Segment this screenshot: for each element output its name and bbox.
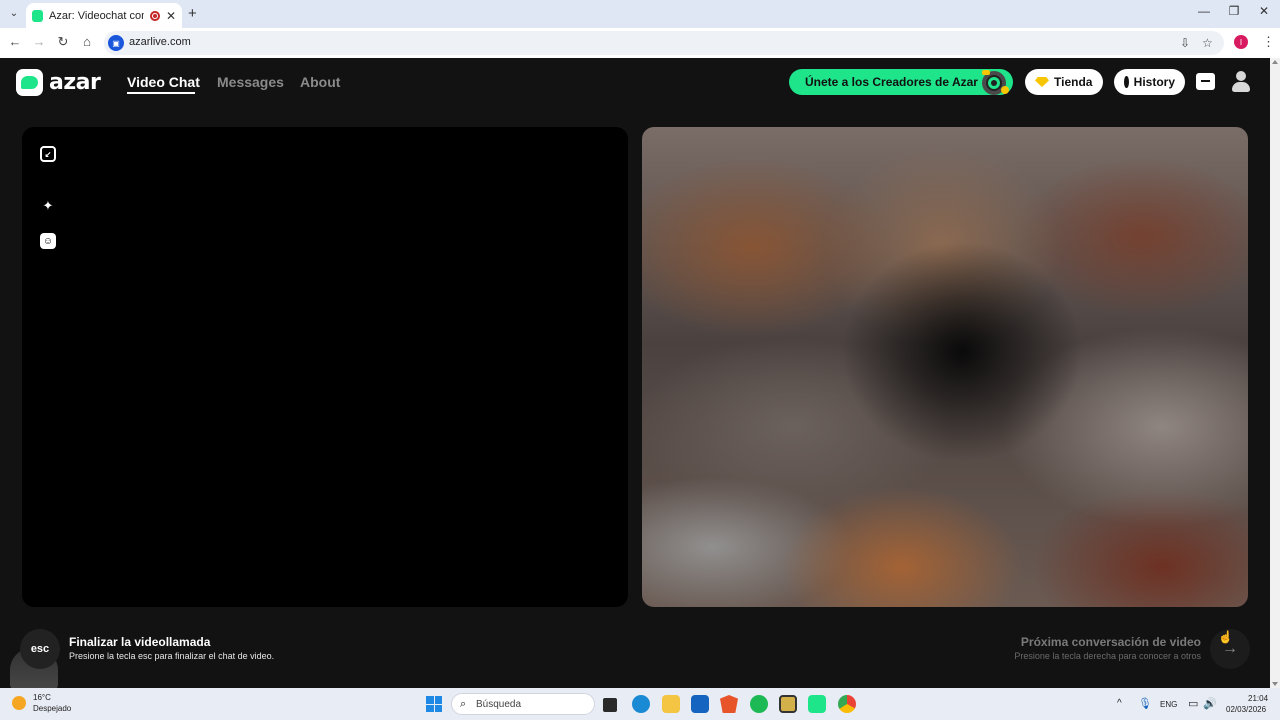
language-indicator[interactable]: ENG [1160, 700, 1177, 709]
task-view-icon[interactable] [603, 698, 617, 712]
active-nav-underline [127, 92, 195, 94]
back-icon[interactable]: ← [6, 34, 24, 49]
user-avatar-icon[interactable] [1230, 70, 1252, 94]
close-window-icon[interactable]: ✕ [1254, 4, 1274, 18]
azar-logo[interactable]: azar [16, 69, 101, 96]
magic-wand-icon[interactable]: ✦ [40, 198, 56, 214]
join-creators-button[interactable]: Únete a los Creadores de Azar [789, 69, 1013, 95]
collapse-icon[interactable]: ↙ [40, 146, 56, 162]
taskbar-search[interactable]: ⌕ Búsqueda [451, 693, 595, 715]
volume-icon[interactable]: 🔊 [1203, 697, 1217, 710]
next-chat-subtitle: Presione la tecla derecha para conocer a… [1014, 651, 1201, 661]
home-icon[interactable]: ⌂ [78, 34, 96, 49]
nav-messages[interactable]: Messages [217, 74, 284, 90]
tab-title: Azar: Videochat con gente [49, 9, 145, 22]
creators-camera-icon [982, 70, 1009, 95]
browser-chrome: ⌄ Azar: Videochat con gente ✕ + — ❐ ✕ ← … [0, 0, 1280, 58]
install-app-icon[interactable]: ⇩ [1180, 36, 1190, 50]
end-call-subtitle: Presione la tecla esc para finalizar el … [69, 651, 275, 661]
partner-video-panel [642, 127, 1248, 607]
spotify-icon[interactable] [750, 695, 768, 713]
azar-page: azar Video Chat Messages About Únete a l… [0, 58, 1280, 692]
my-camera-panel [22, 127, 628, 607]
mouse-cursor-icon: ☝ [1218, 630, 1233, 644]
minimize-icon[interactable]: — [1194, 4, 1214, 18]
windows-taskbar: 16°C Despejado ⌕ Búsqueda ^ 🎙 ENG ▭ 🔊 21… [0, 688, 1280, 720]
chrome-icon[interactable] [838, 695, 856, 713]
clock-time[interactable]: 21:04 [1248, 694, 1268, 703]
site-info-icon[interactable]: ▣ [108, 35, 124, 51]
edge-icon[interactable] [632, 695, 650, 713]
restore-icon[interactable]: ❐ [1224, 4, 1244, 18]
browser-menu-icon[interactable]: ⋮ [1262, 34, 1275, 50]
browser-tab[interactable]: Azar: Videochat con gente ✕ [26, 3, 182, 28]
search-icon: ⌕ [460, 698, 467, 710]
nav-video-chat[interactable]: Video Chat [127, 74, 200, 90]
nav-about[interactable]: About [300, 74, 340, 90]
bookmark-star-icon[interactable]: ☆ [1202, 36, 1213, 50]
face-filter-icon[interactable]: ☺ [40, 233, 56, 249]
network-icon[interactable]: ▭ [1188, 697, 1198, 710]
store-app-icon[interactable] [691, 695, 709, 713]
page-scrollbar[interactable] [1270, 58, 1280, 688]
start-menu-icon[interactable] [426, 696, 442, 712]
clock-icon [1124, 76, 1133, 88]
gem-icon [1035, 77, 1049, 87]
azar-logo-icon [16, 69, 43, 96]
search-placeholder: Búsqueda [476, 699, 522, 710]
end-call-title: Finalizar la videollamada [69, 635, 211, 649]
join-creators-label: Únete a los Creadores de Azar [805, 75, 978, 89]
shop-label: Tienda [1054, 75, 1093, 89]
weather-icon[interactable] [12, 696, 26, 710]
brave-icon[interactable] [720, 695, 738, 713]
new-tab-icon[interactable]: + [188, 5, 197, 22]
history-label: History [1133, 75, 1175, 89]
recording-icon [150, 10, 160, 21]
tray-chevron-icon[interactable]: ^ [1117, 698, 1122, 709]
notes-app-icon[interactable] [779, 695, 797, 713]
tab-list-icon[interactable]: ⌄ [6, 5, 22, 21]
forward-icon[interactable]: → [30, 34, 48, 49]
reload-icon[interactable]: ↻ [54, 34, 72, 50]
close-tab-icon[interactable]: ✕ [166, 9, 176, 23]
history-button[interactable]: History [1114, 69, 1185, 95]
file-explorer-icon[interactable] [662, 695, 680, 713]
esc-key-button[interactable]: esc [20, 629, 60, 669]
address-bar[interactable]: ▣ azarlive.com ⇩ ☆ [104, 31, 1224, 55]
azar-favicon-icon [32, 9, 44, 22]
logo-text: azar [49, 70, 101, 95]
inbox-icon[interactable] [1196, 73, 1215, 90]
weather-temperature: 16°C [33, 693, 51, 702]
next-chat-title: Próxima conversación de video [1020, 635, 1201, 649]
profile-avatar[interactable]: I [1234, 35, 1248, 49]
url-text: azarlive.com [129, 36, 191, 48]
weather-description: Despejado [33, 704, 72, 713]
browser-toolbar: ← → ↻ ⌂ ▣ azarlive.com ⇩ ☆ I ⋮ [0, 28, 1280, 58]
microphone-icon[interactable]: 🎙 [1138, 697, 1152, 710]
tab-strip: ⌄ Azar: Videochat con gente ✕ + — ❐ ✕ [0, 0, 1280, 28]
clock-date[interactable]: 02/03/2026 [1226, 705, 1266, 714]
shop-button[interactable]: Tienda [1025, 69, 1103, 95]
azar-app-icon[interactable] [808, 695, 826, 713]
